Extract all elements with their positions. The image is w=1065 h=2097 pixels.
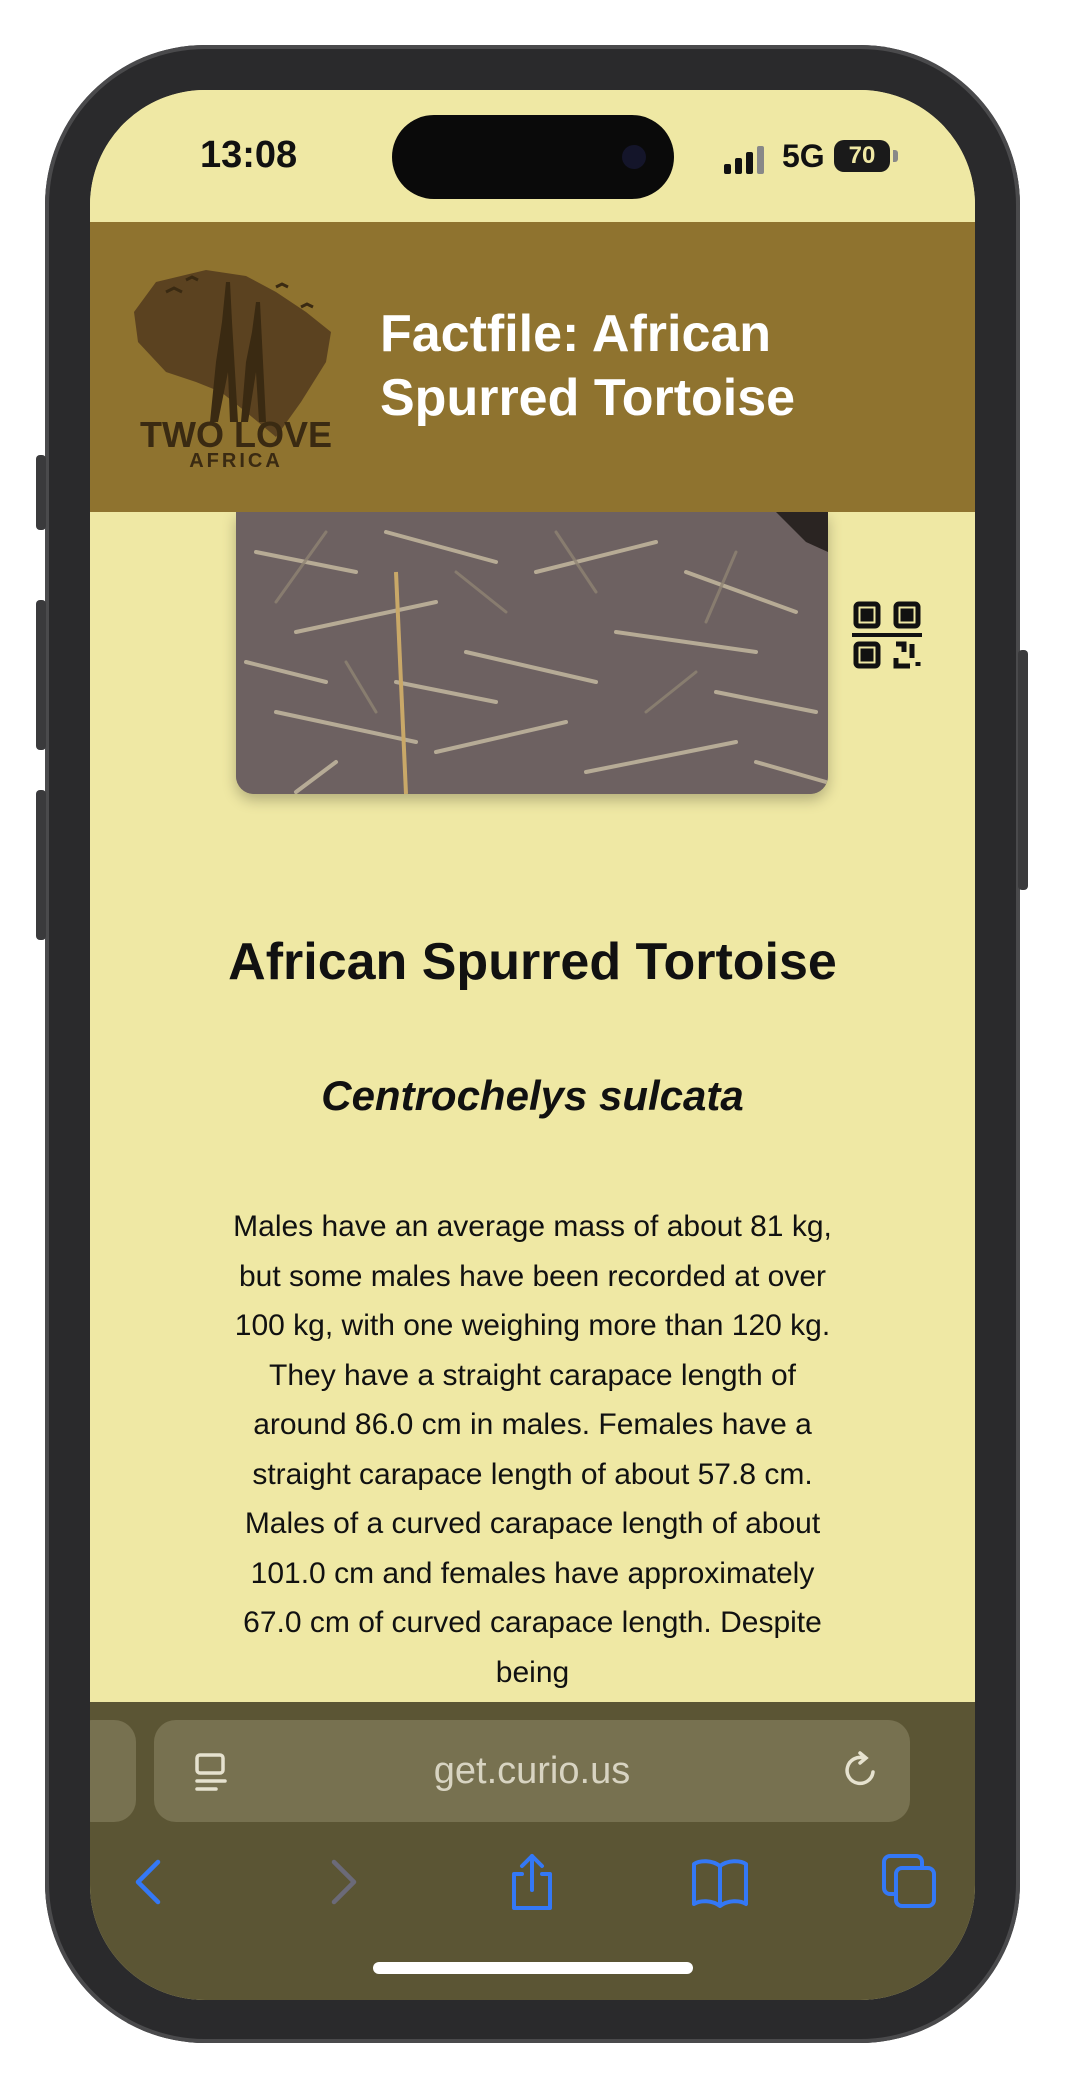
cellular-signal-icon xyxy=(724,146,768,174)
phone-screen: 13:08 5G 70 TWO LOVE AFRICA Factfile: Af… xyxy=(90,90,975,2000)
latin-name: Centrochelys sulcata xyxy=(321,1072,744,1119)
animal-name: African Spurred Tortoise xyxy=(228,933,837,991)
status-bar: 13:08 5G 70 xyxy=(90,90,975,222)
description-text: Males have an average mass of about 81 k… xyxy=(233,1210,832,1689)
status-time: 13:08 xyxy=(200,134,298,176)
address-bar[interactable]: get.curio.us xyxy=(154,1720,910,1822)
power-button xyxy=(1018,650,1028,890)
back-icon[interactable] xyxy=(120,1852,180,1912)
volume-down-button xyxy=(36,790,46,940)
bookmarks-icon[interactable] xyxy=(690,1852,750,1912)
battery-icon: 70 xyxy=(834,140,898,172)
action-button xyxy=(36,455,46,530)
two-love-africa-logo[interactable]: TWO LOVE AFRICA xyxy=(126,262,346,472)
camera-dot xyxy=(622,145,646,169)
logo-subtext: AFRICA xyxy=(189,450,283,472)
network-type: 5G xyxy=(782,138,825,174)
volume-up-button xyxy=(36,600,46,750)
tabs-icon[interactable] xyxy=(880,1852,940,1912)
page-title: Factfile: African Spurred Tortoise xyxy=(380,305,796,427)
logo-text: TWO LOVE xyxy=(140,414,332,455)
reload-icon[interactable] xyxy=(840,1750,880,1790)
browser-toolbar: get.curio.us xyxy=(90,1702,975,2000)
page-header: TWO LOVE AFRICA Factfile: African Spurre… xyxy=(90,222,975,512)
factfile-content[interactable]: African Spurred Tortoise Centrochelys su… xyxy=(90,512,975,1792)
tortoise-photo xyxy=(236,512,828,794)
home-indicator[interactable] xyxy=(373,1962,693,1974)
forward-icon[interactable] xyxy=(312,1852,372,1912)
share-icon[interactable] xyxy=(502,1852,562,1912)
url-text: get.curio.us xyxy=(433,1750,631,1792)
dynamic-island xyxy=(392,115,674,199)
previous-tab-preview[interactable] xyxy=(90,1720,136,1822)
qr-code-icon[interactable] xyxy=(852,600,922,670)
